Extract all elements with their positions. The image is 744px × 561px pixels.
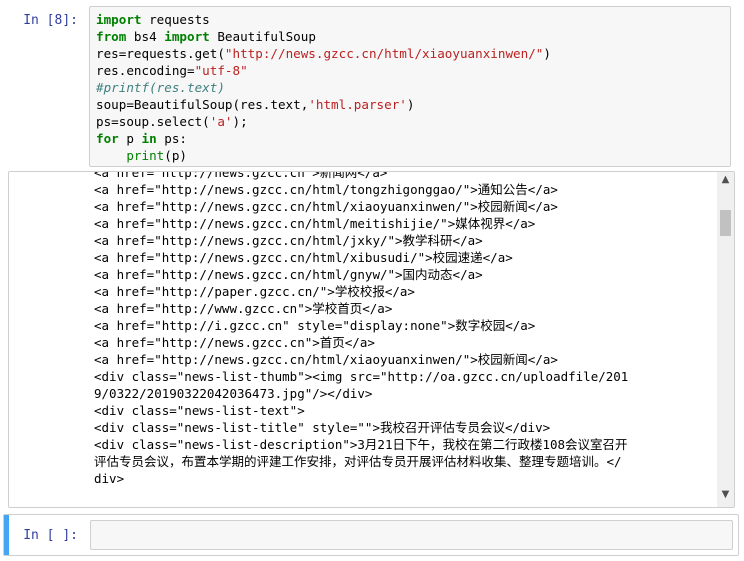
code-token: res.encoding= — [96, 63, 195, 78]
output-line: <a href="http://news.gzcc.cn/html/jxky/"… — [94, 233, 483, 248]
output-line: <a href="http://www.gzcc.cn">学校首页</a> — [94, 301, 393, 316]
output-line: <a href="http://news.gzcc.cn/html/meitis… — [94, 216, 536, 231]
code-token: import — [164, 29, 210, 44]
output-line: <a href="http://news.gzcc.cn">首页</a> — [94, 335, 375, 350]
code-line: print(p) — [96, 147, 724, 164]
code-token: res=requests.get( — [96, 46, 225, 61]
code-token: in — [141, 131, 157, 146]
code-token: 'html.parser' — [308, 97, 407, 112]
code-token: (p) — [164, 148, 188, 163]
code-line: for p in ps: — [96, 130, 724, 147]
code-line: import requests — [96, 11, 724, 28]
output-line: <a href="http://news.gzcc.cn">新闻网</a> — [94, 171, 388, 180]
output-scrollbar[interactable]: ▲ ▼ — [717, 172, 734, 507]
cell1-prompt: In [8]: — [23, 13, 78, 28]
code-token: soup=BeautifulSoup(res.text, — [96, 97, 309, 112]
code-line: soup=BeautifulSoup(res.text,'html.parser… — [96, 96, 724, 113]
code-token: requests — [141, 12, 210, 27]
cell2[interactable]: In [ ]: — [3, 514, 739, 556]
code-token: ps: — [156, 131, 188, 146]
code-token: ps=soup.select( — [96, 114, 210, 129]
code-token: ) — [406, 97, 415, 112]
output-line: 9/0322/20190322042036473.jpg"/></div> — [94, 386, 373, 401]
cell1-code-input[interactable]: import requests from bs4 import Beautiful… — [89, 6, 731, 167]
code-token: ); — [232, 114, 248, 129]
code-token: p — [118, 131, 142, 146]
output-line: <a href="http://news.gzcc.cn/html/xiaoyu… — [94, 352, 558, 367]
scrollbar-thumb[interactable] — [720, 210, 731, 236]
output-line: <div class="news-list-title" style="">我校… — [94, 420, 551, 435]
code-line: from bs4 import BeautifulSoup — [96, 28, 724, 45]
code-line: res.encoding="utf-8" — [96, 62, 724, 79]
output-line: <a href="http://news.gzcc.cn/html/xiaoyu… — [94, 199, 558, 214]
code-token: ) — [543, 46, 551, 61]
output-line: 评估专员会议，布置本学期的评建工作安排，对评估专员开展评估材料收集、整理专题培训… — [94, 454, 622, 469]
code-token: "http://news.gzcc.cn/html/xiaoyuanxinwen… — [224, 46, 544, 61]
code-line: ps=soup.select('a'); — [96, 113, 724, 130]
output-line: <div class="news-list-thumb"><img src="h… — [94, 369, 629, 384]
code-token: import — [96, 12, 142, 27]
code-line: #printf(res.text) — [96, 79, 724, 96]
cell2-code-input[interactable] — [90, 520, 733, 550]
output-line: <a href="http://news.gzcc.cn/html/tongzh… — [94, 182, 558, 197]
cell2-prompt: In [ ]: — [23, 528, 78, 543]
output-line: <a href="http://paper.gzcc.cn/">学校校报</a> — [94, 284, 415, 299]
scroll-down-arrow-icon[interactable]: ▼ — [717, 487, 734, 503]
code-line: res=requests.get("http://news.gzcc.cn/ht… — [96, 45, 724, 62]
code-token: 'a' — [209, 114, 233, 129]
code-token: "utf-8" — [194, 63, 248, 78]
code-token: #printf(res.text) — [96, 80, 225, 95]
scroll-up-arrow-icon[interactable]: ▲ — [717, 172, 734, 188]
output-text: <a href="http://news.gzcc.cn">新闻网</a> <a … — [94, 171, 714, 487]
output-line: <a href="http://news.gzcc.cn/html/xibusu… — [94, 250, 513, 265]
output-line: <a href="http://news.gzcc.cn/html/gnyw/"… — [94, 267, 483, 282]
output-area[interactable]: <a href="http://news.gzcc.cn">新闻网</a> <a … — [8, 171, 735, 508]
code-token: print — [126, 148, 165, 163]
code-token: bs4 — [126, 29, 165, 44]
output-line: <a href="http://i.gzcc.cn" style="displa… — [94, 318, 536, 333]
output-line: div> — [94, 471, 125, 486]
output-line: <div class="news-list-text"> — [94, 403, 305, 418]
code-token: BeautifulSoup — [209, 29, 316, 44]
code-token: for — [96, 131, 119, 146]
output-line: <div class="news-list-description">3月21日… — [94, 437, 628, 452]
code-token: from — [96, 29, 127, 44]
